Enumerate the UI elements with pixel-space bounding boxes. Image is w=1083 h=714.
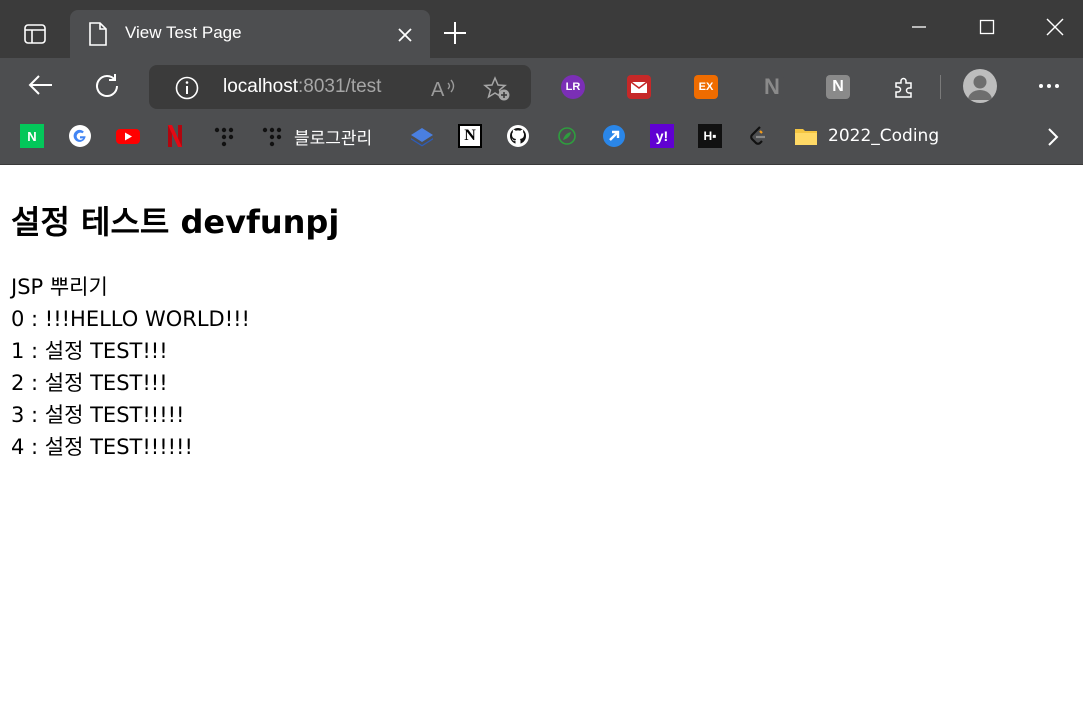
close-window-button[interactable] [1038, 12, 1072, 42]
active-tab[interactable]: View Test Page [70, 10, 430, 58]
maximize-icon [979, 19, 995, 35]
bookmark-tistory[interactable] [212, 124, 236, 148]
leetcode-icon [750, 126, 765, 145]
site-info-icon[interactable] [175, 76, 199, 100]
bookmark-notion[interactable]: N [458, 124, 482, 148]
minimize-icon [912, 26, 926, 28]
ex-extension-label: EX [698, 81, 714, 93]
bookmark-youtube[interactable] [115, 124, 141, 148]
ex-extension-icon[interactable]: EX [694, 75, 718, 99]
toolbar: localhost:8031/test A LR EX N N [0, 58, 1083, 110]
bookmark-leetcode[interactable] [746, 124, 770, 148]
svg-text:A: A [431, 79, 445, 99]
bookmark-leaf[interactable] [555, 124, 579, 148]
url-host: localhost [223, 76, 298, 97]
new-tab-icon[interactable] [440, 18, 470, 48]
google-icon [69, 125, 91, 147]
leaf-icon [558, 127, 576, 145]
lr-extension-icon[interactable]: LR [561, 75, 585, 99]
bookmark-blog-admin[interactable]: 블로그관리 [260, 124, 373, 149]
netflix-icon [168, 125, 182, 147]
url-text[interactable]: localhost:8031/test [223, 76, 381, 98]
bookmark-label: 2022_Coding [828, 126, 940, 146]
bookmark-yahoo[interactable]: y! [650, 124, 674, 148]
bookmark-label: 블로그관리 [294, 128, 373, 149]
bookmarks-bar: N 블로그관리 N y! H▪ 2022_Coding [0, 110, 1083, 165]
bookmark-folder-2022-coding[interactable]: 2022_Coding [794, 124, 939, 148]
read-aloud-icon[interactable]: A [431, 77, 457, 99]
stack-icon [411, 128, 433, 147]
browser-window: View Test Page localhost:8031/test A LR … [0, 0, 1083, 714]
refresh-icon [96, 74, 118, 97]
page-heading: 설정 테스트 devfunpj [11, 203, 340, 241]
profile-avatar[interactable] [963, 69, 997, 103]
text-line: 4 : 설정 TEST!!!!!! [11, 435, 193, 459]
page-content: 설정 테스트 devfunpj JSP 뿌리기 0 : !!!HELLO WOR… [0, 165, 1083, 714]
more-options-icon[interactable] [1036, 76, 1062, 96]
back-arrow-icon [28, 75, 52, 95]
tab-actions-button[interactable] [12, 16, 58, 52]
tistory-icon [262, 127, 282, 147]
text-line: 1 : 설정 TEST!!! [11, 339, 168, 363]
bookmark-github[interactable] [506, 124, 530, 148]
n-extension-label: N [832, 78, 844, 95]
tab-close-icon[interactable] [394, 24, 416, 46]
hackerrank-icon: H▪ [698, 124, 722, 148]
bookmark-netflix[interactable] [165, 124, 185, 148]
bookmark-hackerrank[interactable]: H▪ [698, 124, 722, 148]
close-window-icon [1046, 18, 1064, 36]
mail-extension-glyph [630, 81, 648, 93]
text-line: 0 : !!!HELLO WORLD!!! [11, 307, 250, 331]
tab-title: View Test Page [125, 23, 242, 42]
lr-extension-label: LR [565, 81, 581, 93]
mail-extension-icon[interactable] [627, 75, 651, 99]
notion-icon: N [458, 124, 482, 148]
bookmark-stack[interactable] [410, 124, 434, 148]
bookmark-naver[interactable]: N [20, 124, 44, 148]
page-lines: JSP 뿌리기 0 : !!!HELLO WORLD!!! 1 : 설정 TES… [11, 271, 250, 463]
yahoo-icon: y! [650, 124, 674, 148]
tab-actions-icon [24, 24, 46, 44]
youtube-icon [116, 129, 140, 144]
back-button[interactable] [26, 70, 56, 100]
n-extension-icon[interactable]: N [826, 75, 850, 99]
tistory-icon [214, 127, 234, 147]
folder-icon [795, 129, 817, 145]
refresh-button[interactable] [92, 70, 122, 100]
text-line: 3 : 설정 TEST!!!!! [11, 403, 185, 427]
maximize-button[interactable] [970, 12, 1004, 42]
arrow-badge-icon [603, 125, 625, 147]
text-line: 2 : 설정 TEST!!! [11, 371, 168, 395]
minimize-button[interactable] [902, 12, 936, 42]
n-dark-extension-label: N [764, 74, 780, 99]
add-favorite-icon[interactable] [483, 76, 511, 102]
profile-icon [968, 75, 992, 100]
toolbar-separator [940, 75, 941, 99]
bookmark-google[interactable] [68, 124, 92, 148]
url-path: :8031/test [298, 76, 382, 97]
bookmark-arrow-badge[interactable] [602, 124, 626, 148]
naver-icon: N [20, 124, 44, 148]
puzzle-icon [895, 77, 912, 98]
text-line: JSP 뿌리기 [11, 275, 108, 299]
extensions-button[interactable] [892, 75, 916, 99]
n-dark-extension-icon[interactable]: N [760, 74, 784, 99]
title-bar: View Test Page [0, 0, 1083, 58]
github-icon [507, 125, 529, 147]
page-icon [89, 22, 107, 46]
chevron-right-icon[interactable] [1044, 126, 1062, 148]
address-bar[interactable]: localhost:8031/test A [149, 65, 531, 109]
